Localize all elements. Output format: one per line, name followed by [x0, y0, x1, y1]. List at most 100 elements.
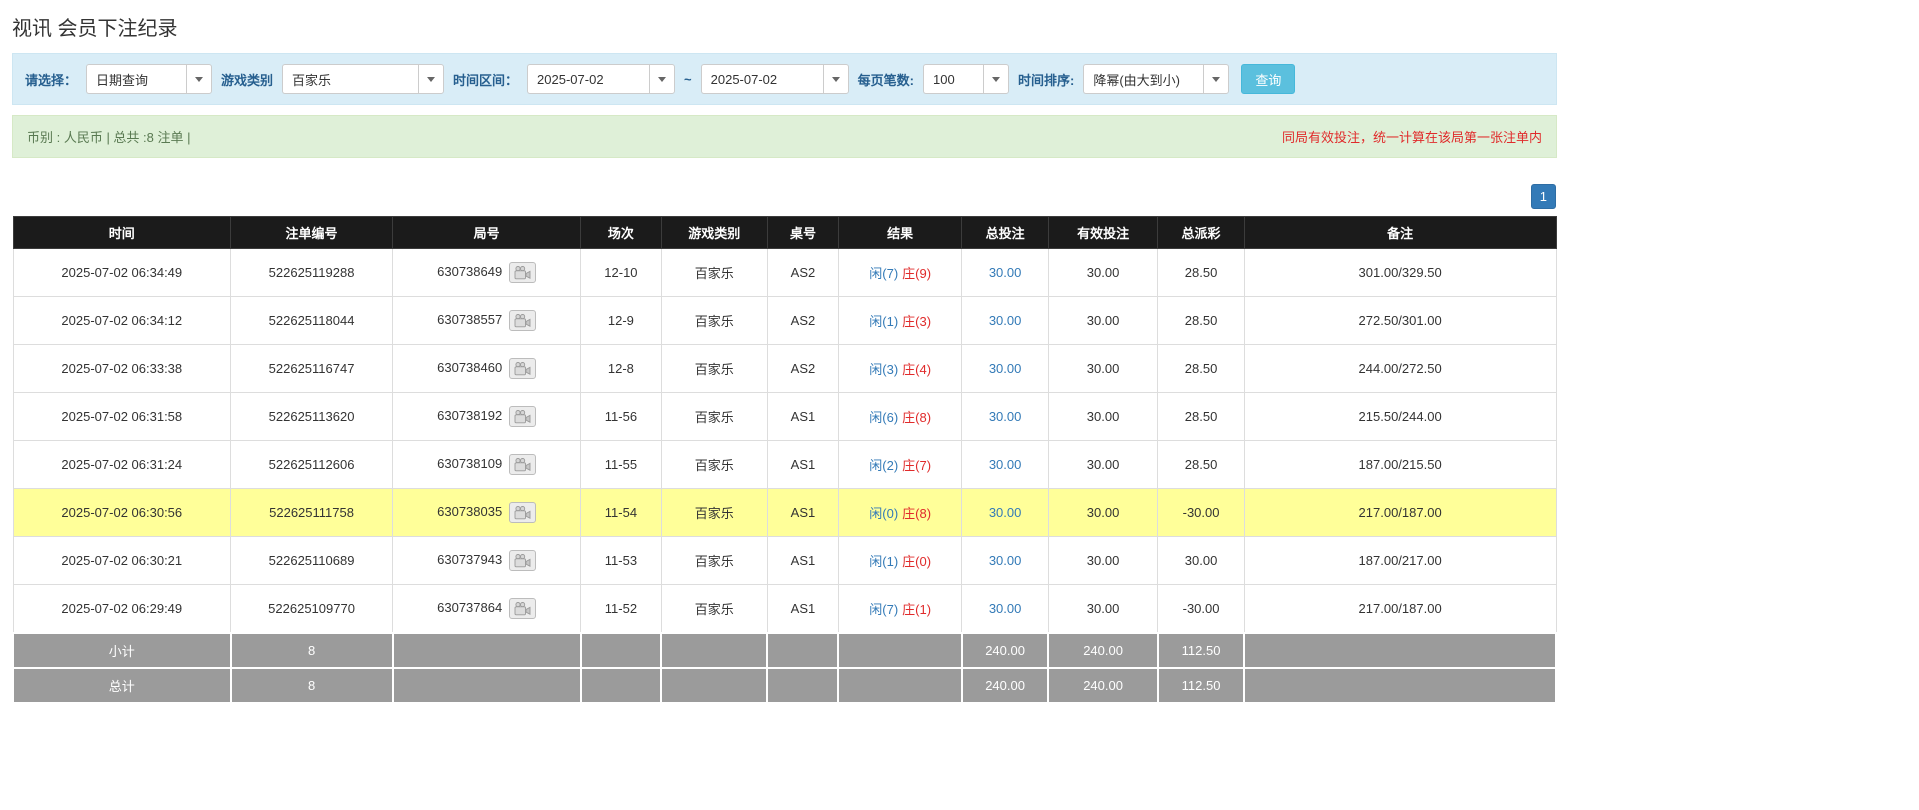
cell-note: 272.50/301.00	[1244, 297, 1556, 345]
sort-combobox[interactable]	[1083, 64, 1229, 94]
round-id-text: 630738649	[437, 264, 502, 279]
cell-valid-bet: 30.00	[1048, 537, 1158, 585]
total-bet-link[interactable]: 30.00	[989, 409, 1022, 424]
cell-round-id: 630738460	[393, 345, 581, 393]
cell-game-type: 百家乐	[661, 393, 767, 441]
cell-game-type: 百家乐	[661, 345, 767, 393]
cell-time: 2025-07-02 06:29:49	[13, 585, 231, 634]
cell-result: 闲(1)庄(0)	[838, 537, 961, 585]
subtotal-empty	[838, 633, 961, 668]
sort-input[interactable]	[1083, 64, 1203, 94]
records-table: 时间 注单编号 局号 场次 游戏类别 桌号 结果 总投注 有效投注 总派彩 备注…	[12, 216, 1557, 704]
cell-total-bet: 30.00	[962, 345, 1048, 393]
round-id-text: 630738035	[437, 504, 502, 519]
per-page-label: 每页笔数:	[858, 70, 914, 89]
date-from-dropdown-button[interactable]	[649, 64, 675, 94]
total-bet-link[interactable]: 30.00	[989, 457, 1022, 472]
search-button[interactable]: 查询	[1241, 64, 1295, 94]
cell-session: 12-9	[581, 297, 661, 345]
video-camera-icon	[514, 364, 531, 379]
video-replay-button[interactable]	[509, 262, 536, 283]
caret-down-icon	[832, 77, 840, 82]
date-from-combobox[interactable]	[527, 64, 675, 94]
cell-bet-id: 522625119288	[231, 249, 393, 297]
result-player: 闲(1)	[869, 314, 898, 329]
cell-valid-bet: 30.00	[1048, 249, 1158, 297]
cell-time: 2025-07-02 06:31:24	[13, 441, 231, 489]
per-page-combobox[interactable]	[923, 64, 1009, 94]
cell-time: 2025-07-02 06:31:58	[13, 393, 231, 441]
cell-round-id: 630738649	[393, 249, 581, 297]
result-banker: 庄(8)	[902, 410, 931, 425]
subtotal-total-bet: 240.00	[962, 633, 1048, 668]
subtotal-label: 小计	[13, 633, 231, 668]
round-id-text: 630737943	[437, 552, 502, 567]
game-type-dropdown-button[interactable]	[418, 64, 444, 94]
video-replay-button[interactable]	[509, 406, 536, 427]
date-to-combobox[interactable]	[701, 64, 849, 94]
cell-session: 11-56	[581, 393, 661, 441]
video-camera-icon	[514, 460, 531, 475]
time-range-label: 时间区间：	[453, 70, 518, 89]
total-total-bet: 240.00	[962, 668, 1048, 703]
video-replay-button[interactable]	[509, 310, 536, 331]
cell-total-bet: 30.00	[962, 537, 1048, 585]
date-from-input[interactable]	[527, 64, 649, 94]
cell-time: 2025-07-02 06:33:38	[13, 345, 231, 393]
video-replay-button[interactable]	[509, 598, 536, 619]
cell-game-type: 百家乐	[661, 537, 767, 585]
sort-dropdown-button[interactable]	[1203, 64, 1229, 94]
total-bet-link[interactable]: 30.00	[989, 601, 1022, 616]
game-type-input[interactable]	[282, 64, 418, 94]
game-type-combobox[interactable]	[282, 64, 444, 94]
video-camera-icon	[514, 604, 531, 619]
result-player: 闲(6)	[869, 410, 898, 425]
query-type-input[interactable]	[86, 64, 186, 94]
total-bet-link[interactable]: 30.00	[989, 553, 1022, 568]
cell-note: 217.00/187.00	[1244, 489, 1556, 537]
cell-round-id: 630737943	[393, 537, 581, 585]
cell-result: 闲(3)庄(4)	[838, 345, 961, 393]
query-type-combobox[interactable]	[86, 64, 212, 94]
total-bet-link[interactable]: 30.00	[989, 361, 1022, 376]
table-row: 2025-07-02 06:31:58 522625113620 6307381…	[13, 393, 1556, 441]
date-to-dropdown-button[interactable]	[823, 64, 849, 94]
query-type-dropdown-button[interactable]	[186, 64, 212, 94]
cell-valid-bet: 30.00	[1048, 489, 1158, 537]
result-banker: 庄(9)	[902, 266, 931, 281]
total-bet-link[interactable]: 30.00	[989, 265, 1022, 280]
subtotal-empty	[1244, 633, 1556, 668]
video-replay-button[interactable]	[509, 358, 536, 379]
cell-table-no: AS2	[767, 249, 838, 297]
cell-table-no: AS2	[767, 297, 838, 345]
header-payout: 总派彩	[1158, 217, 1244, 249]
cell-session: 11-54	[581, 489, 661, 537]
total-valid-bet: 240.00	[1048, 668, 1158, 703]
video-replay-button[interactable]	[509, 502, 536, 523]
total-bet-link[interactable]: 30.00	[989, 505, 1022, 520]
caret-down-icon	[427, 77, 435, 82]
table-header: 时间 注单编号 局号 场次 游戏类别 桌号 结果 总投注 有效投注 总派彩 备注	[13, 217, 1556, 249]
cell-round-id: 630737864	[393, 585, 581, 634]
per-page-input[interactable]	[923, 64, 983, 94]
video-replay-button[interactable]	[509, 454, 536, 475]
per-page-dropdown-button[interactable]	[983, 64, 1009, 94]
cell-session: 11-52	[581, 585, 661, 634]
cell-session: 11-55	[581, 441, 661, 489]
date-to-input[interactable]	[701, 64, 823, 94]
cell-table-no: AS1	[767, 489, 838, 537]
round-id-text: 630738460	[437, 360, 502, 375]
cell-result: 闲(1)庄(3)	[838, 297, 961, 345]
subtotal-empty	[581, 633, 661, 668]
header-valid-bet: 有效投注	[1048, 217, 1158, 249]
page-1-button[interactable]: 1	[1531, 184, 1556, 209]
table-row: 2025-07-02 06:33:38 522625116747 6307384…	[13, 345, 1556, 393]
total-bet-link[interactable]: 30.00	[989, 313, 1022, 328]
cell-note: 187.00/217.00	[1244, 537, 1556, 585]
video-replay-button[interactable]	[509, 550, 536, 571]
cell-payout: 28.50	[1158, 249, 1244, 297]
header-bet-id: 注单编号	[231, 217, 393, 249]
header-row: 时间 注单编号 局号 场次 游戏类别 桌号 结果 总投注 有效投注 总派彩 备注	[13, 217, 1556, 249]
table-row: 2025-07-02 06:29:49 522625109770 6307378…	[13, 585, 1556, 634]
cell-total-bet: 30.00	[962, 297, 1048, 345]
